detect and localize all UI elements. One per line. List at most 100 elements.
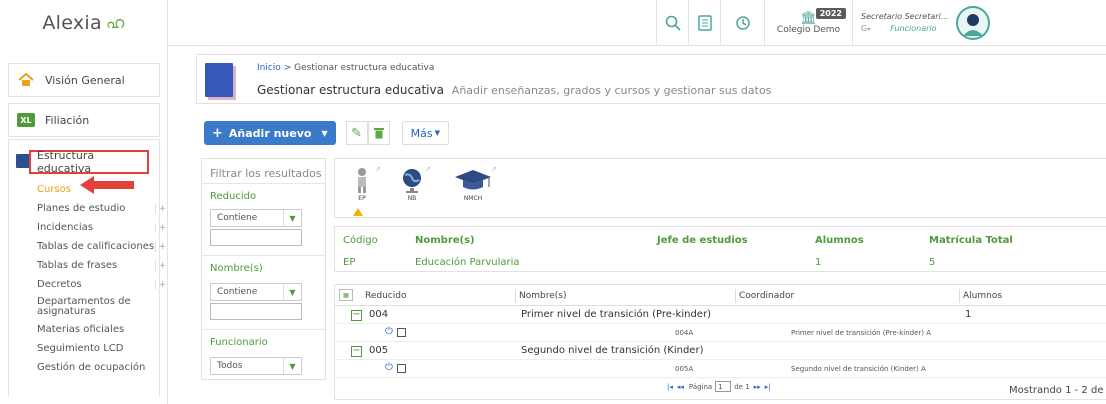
child-icon <box>358 168 366 193</box>
chevron-down-icon: ▼ <box>283 284 301 300</box>
sidebar-item-tablas-frases[interactable]: Tablas de frases + <box>37 256 167 275</box>
records-count: Mostrando 1 - 2 de <box>1009 385 1104 396</box>
levels-strip: EP ⇗ NB ⇗ NMCH ⇗ <box>334 158 1106 218</box>
filter-reducido-input[interactable] <box>210 229 302 246</box>
external-link-icon[interactable]: ⇗ <box>375 165 381 173</box>
grid-col-nombre[interactable]: Nombre(s) <box>519 291 566 301</box>
grid-col-coordinador[interactable]: Coordinador <box>739 291 794 301</box>
plus-icon[interactable]: + <box>155 222 166 233</box>
plus-icon: + <box>212 125 223 141</box>
sidebar-item-materias[interactable]: Materias oficiales <box>37 320 167 339</box>
sidebar-item-vision-general[interactable]: Visión General <box>8 63 160 97</box>
document-icon <box>697 15 712 31</box>
sidebar: Alexia ഹ Visión General XL Filiación Estr… <box>0 0 168 404</box>
filter-nombre-input[interactable] <box>210 303 302 320</box>
power-icon[interactable]: ⏻ <box>385 362 393 373</box>
sidebar-item-decretos[interactable]: Decretos + <box>37 275 167 294</box>
breadcrumb: Inicio > Gestionar estructura educativa <box>257 63 435 73</box>
page-title: Gestionar estructura educativa Añadir en… <box>257 83 772 97</box>
breadcrumb-home-link[interactable]: Inicio <box>257 63 281 73</box>
sidebar-item-filiacion[interactable]: XL Filiación <box>8 103 160 137</box>
page-header: Inicio > Gestionar estructura educativa … <box>196 54 1106 104</box>
chevron-down-icon: ▼ <box>283 210 301 226</box>
edit-button[interactable]: ✎ <box>345 121 368 145</box>
app-logo[interactable]: Alexia ഹ <box>0 0 167 46</box>
toolbar: + Añadir nuevo ▼ ✎ Más ▼ <box>204 120 449 146</box>
level-nmch[interactable]: NMCH ⇗ <box>449 165 497 211</box>
more-button[interactable]: Más ▼ <box>401 121 449 145</box>
filter-title: Filtrar los resultados <box>210 167 322 180</box>
plus-icon[interactable]: + <box>155 241 166 252</box>
col-nombre: Nombre(s) <box>415 235 475 246</box>
structure-icon <box>205 63 233 97</box>
user-avatar-icon <box>963 14 984 36</box>
sidebar-item-tablas-calificaciones[interactable]: Tablas de calificaciones + <box>37 237 167 256</box>
last-page-icon[interactable]: ▸| <box>765 383 771 391</box>
grid-col-reducido[interactable]: Reducido <box>365 291 406 301</box>
history-icon <box>735 16 750 30</box>
search-button[interactable] <box>656 0 688 46</box>
home-icon <box>17 72 35 88</box>
estructura-icon <box>16 154 30 168</box>
sidebar-sub-list: Cursos Planes de estudio + Incidencias + T… <box>37 180 167 377</box>
collapse-icon[interactable]: − <box>351 346 362 357</box>
user-menu[interactable]: Secretario Secretari... G▾ Funcionario <box>852 0 1106 46</box>
plus-icon[interactable]: + <box>155 260 166 271</box>
filter-reducido-label: Reducido <box>210 191 257 202</box>
sidebar-item-planes[interactable]: Planes de estudio + <box>37 199 167 218</box>
grid-col-alumnos[interactable]: Alumnos <box>963 291 1002 301</box>
next-page-icon[interactable]: ▸▸ <box>754 383 761 391</box>
col-codigo: Código <box>343 235 378 246</box>
history-button[interactable] <box>720 0 764 46</box>
col-alumnos: Alumnos <box>815 235 864 246</box>
sidebar-item-gestion-ocupacion[interactable]: Gestión de ocupación <box>37 358 167 377</box>
logo-mark-icon: ഹ <box>105 13 125 32</box>
delete-button[interactable] <box>367 121 390 145</box>
school-selector[interactable]: 🏛 Colegio Demo 2022 <box>764 0 852 46</box>
filiacion-icon: XL <box>17 113 35 127</box>
red-arrow-annotation <box>80 176 134 194</box>
collapse-icon[interactable]: − <box>351 310 362 321</box>
row-checkbox[interactable] <box>397 364 406 373</box>
filter-reducido-operator[interactable]: Contiene ▼ <box>210 209 302 227</box>
sidebar-item-departamentos[interactable]: Departamentos de asignaturas <box>37 294 167 320</box>
power-icon[interactable]: ⏻ <box>385 326 393 337</box>
col-jefe: Jefe de estudios <box>657 235 748 246</box>
level-nb[interactable]: NB ⇗ <box>393 165 431 211</box>
filter-funcionario-select[interactable]: Todos ▼ <box>210 357 302 375</box>
filter-funcionario-label: Funcionario <box>210 337 268 348</box>
warning-icon <box>353 208 363 216</box>
external-link-icon[interactable]: ⇗ <box>491 165 497 173</box>
user-name: Secretario Secretari... <box>861 11 949 21</box>
notes-button[interactable] <box>688 0 720 46</box>
courses-grid: ▦ Reducido Nombre(s) Coordinador Alumnos… <box>334 284 1106 400</box>
first-page-icon[interactable]: |◂ <box>667 383 673 391</box>
sidebar-item-seguimiento[interactable]: Seguimiento LCD <box>37 339 167 358</box>
col-matricula: Matrícula Total <box>929 235 1013 246</box>
chevron-down-icon: ▼ <box>283 358 301 374</box>
filter-nombre-operator[interactable]: Contiene ▼ <box>210 283 302 301</box>
sidebar-item-incidencias[interactable]: Incidencias + <box>37 218 167 237</box>
globe-icon <box>403 169 421 193</box>
user-role: Funcionario <box>890 23 937 33</box>
add-new-button[interactable]: + Añadir nuevo ▼ <box>204 121 336 145</box>
year-badge[interactable]: 2022 <box>815 8 846 19</box>
column-chooser-icon[interactable]: ▦ <box>339 289 353 301</box>
avatar[interactable] <box>956 6 991 40</box>
graduation-cap-icon <box>455 170 491 190</box>
external-link-icon[interactable]: ⇗ <box>425 165 431 173</box>
page-input[interactable]: 1 <box>715 381 732 392</box>
summary-table: Código Nombre(s) Jefe de estudios Alumno… <box>334 226 1106 272</box>
top-bar: 🏛 Colegio Demo 2022 Secretario Secretari… <box>168 0 1106 46</box>
plus-icon[interactable]: + <box>155 203 166 214</box>
prev-page-icon[interactable]: ◂◂ <box>677 383 684 391</box>
chevron-down-icon: ▼ <box>321 128 328 138</box>
level-ep[interactable]: EP ⇗ <box>343 165 381 211</box>
plus-icon[interactable]: + <box>155 279 166 290</box>
filter-nombre-label: Nombre(s) <box>210 263 263 274</box>
row-checkbox[interactable] <box>397 328 406 337</box>
caret-down-icon: ▼ <box>434 129 440 137</box>
sidebar-item-estructura-educativa[interactable]: Estructura educativa <box>29 149 149 175</box>
pencil-icon: ✎ <box>351 125 363 141</box>
page-description: Añadir enseñanzas, grados y cursos y ges… <box>451 84 772 97</box>
